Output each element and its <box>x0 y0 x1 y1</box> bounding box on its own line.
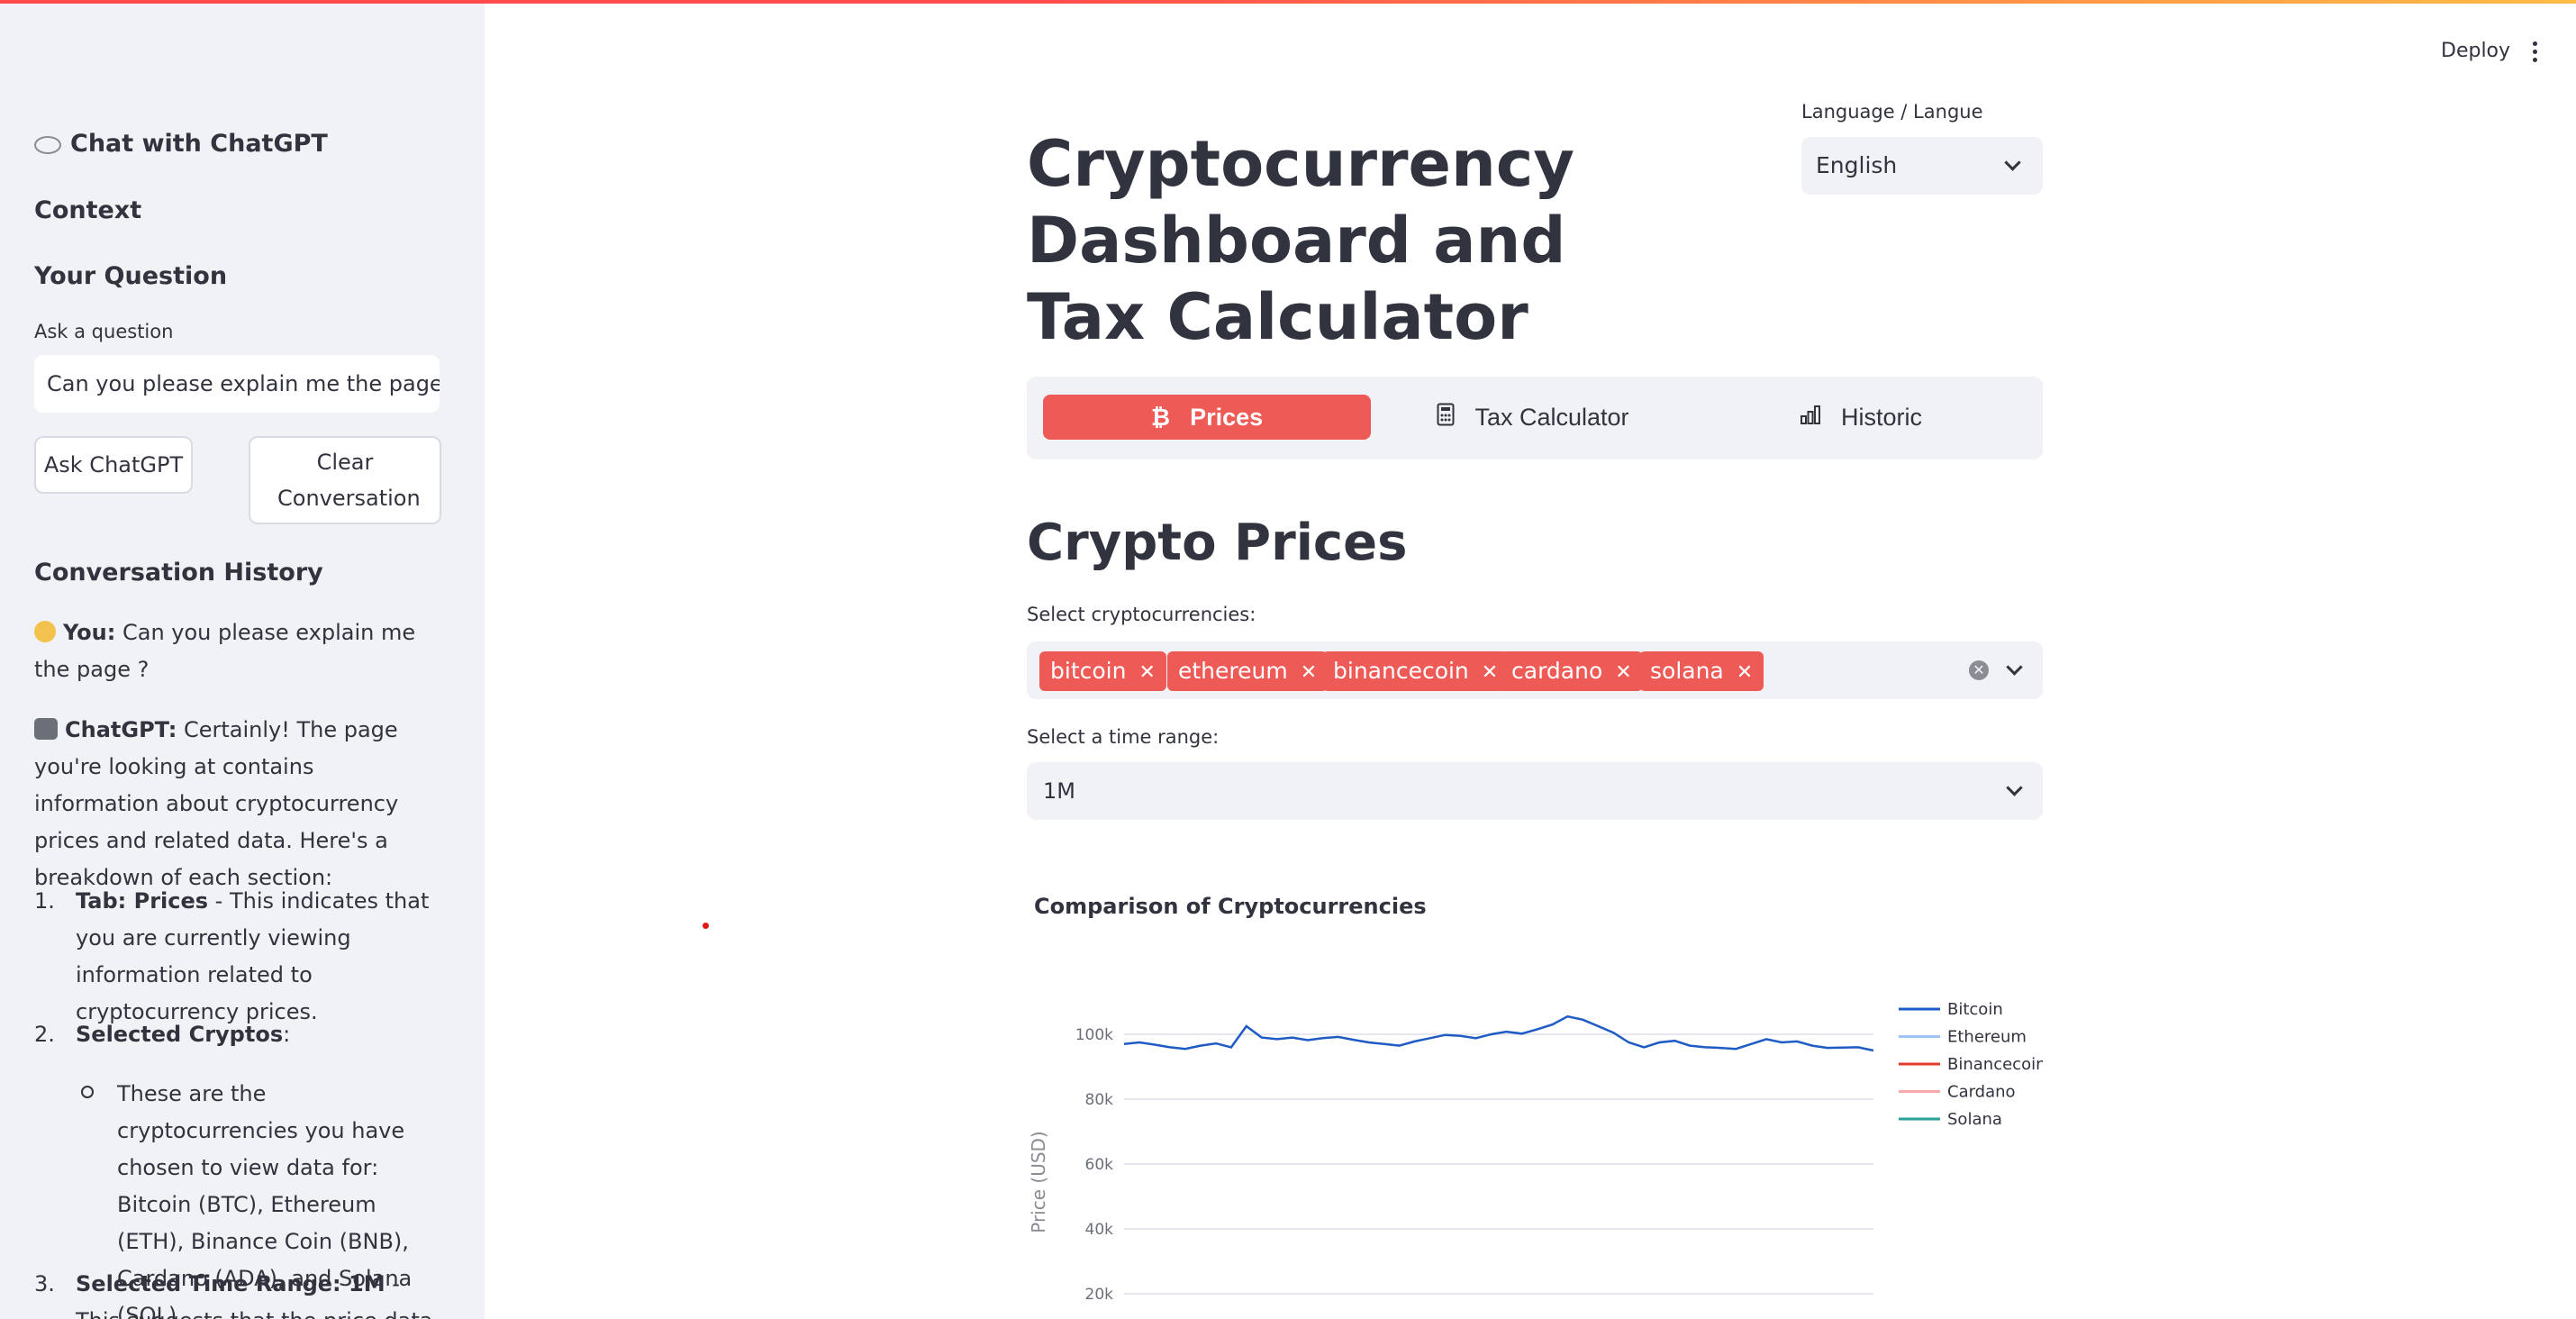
assistant-message: ChatGPT: Certainly! The page you're look… <box>34 717 399 890</box>
clear-all-icon[interactable]: ✕ <box>1969 660 1989 680</box>
sidebar: Chat with ChatGPT Context Your Question … <box>0 4 485 1319</box>
language-select[interactable]: English <box>1801 137 2043 195</box>
question-label: Ask a question <box>34 321 174 342</box>
deploy-button[interactable]: Deploy <box>2441 40 2510 62</box>
chevron-down-icon[interactable] <box>2006 659 2023 676</box>
y-tick-label: 20k <box>1085 1286 1114 1304</box>
cursor-dot <box>703 923 709 929</box>
price-chart[interactable]: Comparison of Cryptocurrencies 20k 40k 60k… <box>1027 883 2043 1319</box>
bullet-icon <box>81 1086 94 1098</box>
crypto-multiselect[interactable]: bitcoin ✕ ethereum ✕ binancecoin ✕ cardano ✕… <box>1027 641 2043 699</box>
calculator-icon <box>1437 403 1455 432</box>
remove-icon[interactable]: ✕ <box>1482 661 1498 684</box>
clear-conversation-button[interactable]: Clear Conversation <box>249 436 441 524</box>
remove-icon[interactable]: ✕ <box>1301 661 1317 684</box>
language-label: Language / Langue <box>1801 101 1983 123</box>
speech-bubble-icon <box>34 135 61 154</box>
list-item: Selected Time Range: 1M - This suggests … <box>76 1271 432 1319</box>
legend-label: Solana <box>1947 1110 2002 1129</box>
legend-label: Binancecoin <box>1947 1055 2043 1074</box>
user-message: You: Can you please explain me the page … <box>34 620 416 682</box>
list-item: Selected Cryptos: <box>76 1022 291 1047</box>
context-heading: Context <box>34 196 142 224</box>
legend-label: Bitcoin <box>1947 1000 2003 1019</box>
tab-historic[interactable]: Historic <box>1697 395 2025 440</box>
time-range-label: Select a time range: <box>1027 726 1220 748</box>
tab-bar: ₿ Prices Tax Calculator Historic <box>1027 377 2043 459</box>
y-tick-label: 100k <box>1075 1026 1113 1044</box>
crypto-select-label: Select cryptocurrencies: <box>1027 604 1256 625</box>
tab-prices[interactable]: ₿ Prices <box>1043 395 1371 440</box>
y-tick-label: 80k <box>1085 1091 1114 1109</box>
y-tick-label: 60k <box>1085 1156 1114 1174</box>
ask-chatgpt-button[interactable]: Ask ChatGPT <box>34 436 193 494</box>
chevron-down-icon <box>2006 779 2023 796</box>
robot-icon <box>34 718 58 740</box>
legend-label: Cardano <box>1947 1083 2016 1102</box>
crypto-chip[interactable]: cardano ✕ <box>1501 651 1643 691</box>
page-title: Cryptocurrency Dashboard and Tax Calcula… <box>1027 127 1574 354</box>
time-range-select[interactable]: 1M <box>1027 762 2043 820</box>
remove-icon[interactable]: ✕ <box>1615 661 1631 684</box>
crypto-chip[interactable]: ethereum ✕ <box>1167 651 1329 691</box>
tab-tax-calculator[interactable]: Tax Calculator <box>1369 395 1697 440</box>
bar-chart-icon <box>1800 404 1821 432</box>
sidebar-title: Chat with ChatGPT <box>34 130 328 158</box>
remove-icon[interactable]: ✕ <box>1138 661 1155 684</box>
main-menu-icon[interactable] <box>2533 41 2540 65</box>
chevron-down-icon <box>2004 154 2021 171</box>
list-number: 3. <box>34 1271 55 1296</box>
list-number: 1. <box>34 888 55 914</box>
question-heading: Your Question <box>34 262 228 290</box>
y-axis-label: Price (USD) <box>1028 1131 1049 1233</box>
chart-svg[interactable]: 20k 40k 60k 80k 100k Price (USD) Bitcoin Ethere… <box>1027 883 2043 1319</box>
list-number: 2. <box>34 1022 55 1047</box>
section-title: Crypto Prices <box>1027 514 1408 572</box>
crypto-chip[interactable]: binancecoin ✕ <box>1322 651 1510 691</box>
question-input[interactable]: Can you please explain me the page ? <box>34 355 440 413</box>
crypto-chip[interactable]: solana ✕ <box>1639 651 1764 691</box>
history-heading: Conversation History <box>34 559 323 587</box>
user-avatar-icon <box>34 621 56 642</box>
crypto-chip[interactable]: bitcoin ✕ <box>1039 651 1166 691</box>
bitcoin-icon: ₿ <box>1150 403 1171 431</box>
legend-label: Ethereum <box>1947 1028 2027 1047</box>
list-item: Tab: Prices - This indicates that you ar… <box>76 888 430 1024</box>
y-tick-label: 40k <box>1085 1221 1114 1239</box>
remove-icon[interactable]: ✕ <box>1737 661 1753 684</box>
